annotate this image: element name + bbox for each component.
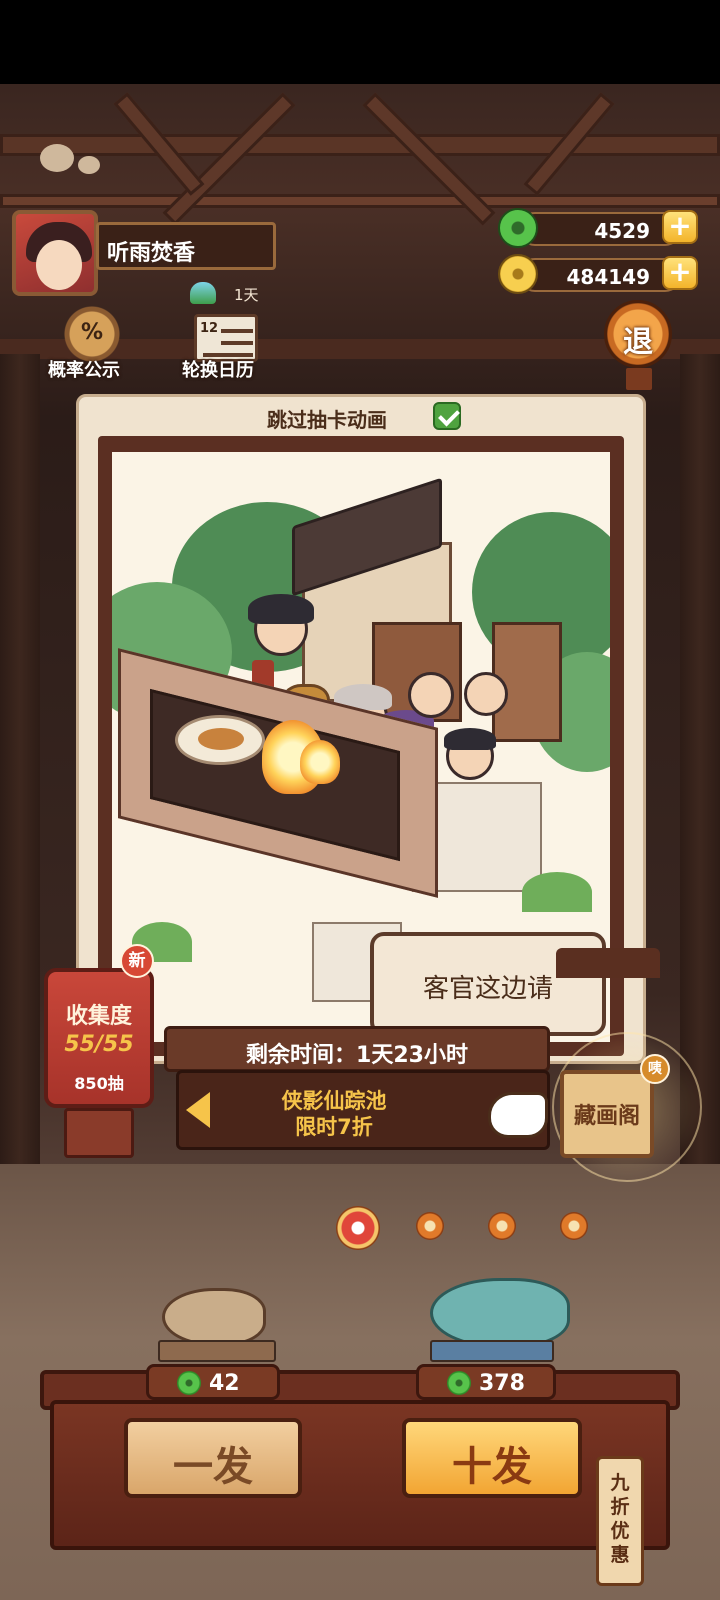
- single-draw-price: 42: [146, 1364, 280, 1400]
- skip-animation-label: 跳过抽卡动画: [267, 408, 387, 432]
- calendar-label: 轮换日历: [182, 360, 254, 381]
- pool-page-dot-2[interactable]: [416, 1212, 444, 1240]
- painting-library-button[interactable]: 藏画阁: [560, 1070, 654, 1158]
- pool-timer-text: 剩余时间：1天23小时: [246, 1043, 468, 1068]
- exit-lantern-stand: [626, 368, 652, 390]
- collection-draws: 850抽: [74, 1074, 124, 1093]
- jade-amount: 4529: [594, 219, 650, 243]
- probability-button[interactable]: %: [62, 306, 122, 362]
- ten-draw-price: 378: [416, 1364, 556, 1400]
- grass-illustration: [522, 872, 592, 912]
- add-coins-button[interactable]: +: [662, 256, 698, 290]
- status-bar: [0, 0, 720, 84]
- character-head: [408, 672, 454, 718]
- jade-icon: [177, 1371, 201, 1395]
- collection-progress-button[interactable]: 收集度 55/55 850抽: [44, 968, 154, 1108]
- rotation-calendar-button[interactable]: 12: [194, 314, 258, 362]
- island-icon: [190, 282, 216, 304]
- exit-button[interactable]: 退: [604, 300, 672, 368]
- ten-draw-cost: 378: [479, 1371, 525, 1396]
- calendar-line: [221, 341, 253, 345]
- probability-label: 概率公示: [48, 360, 120, 381]
- discount-tag-text: 九 折 优 惠: [610, 1472, 630, 1566]
- coin-currency-bar: 484149: [518, 258, 682, 292]
- bird-decoration: [40, 144, 74, 172]
- pool-page-dot-4[interactable]: [560, 1212, 588, 1240]
- character-hair: [248, 594, 314, 624]
- collection-progress: 55/55: [64, 1032, 134, 1057]
- character-head: [464, 672, 508, 716]
- jade-currency-bar: 4529: [518, 212, 682, 246]
- character-hair: [444, 728, 496, 750]
- pool-discount: 限时7折: [295, 1115, 373, 1139]
- pillar: [0, 354, 40, 1234]
- library-badge: 咦: [640, 1054, 670, 1084]
- skip-animation-checkbox[interactable]: [433, 402, 461, 430]
- fire-illustration: [300, 740, 340, 784]
- avatar-face: [36, 240, 82, 290]
- calendar-line: [221, 329, 253, 333]
- ten-draw-button[interactable]: 十发: [402, 1418, 582, 1498]
- jade-icon: [498, 208, 538, 248]
- roof-beam: [0, 194, 720, 208]
- calendar-day: 12: [200, 321, 219, 336]
- noodle-plate-illustration: [175, 715, 265, 765]
- add-jade-button[interactable]: +: [662, 210, 698, 244]
- fish-statue-small: [162, 1288, 266, 1346]
- collection-title: 收集度: [65, 1004, 132, 1029]
- book-stack: [158, 1340, 276, 1362]
- painting-library-label: 藏画阁: [573, 1104, 640, 1129]
- percent-icon: %: [80, 320, 104, 345]
- ten-draw-label: 十发: [452, 1444, 532, 1490]
- roof-beam: [0, 134, 720, 156]
- previous-pool-arrow-icon[interactable]: [186, 1092, 210, 1128]
- player-name: 听雨焚香: [107, 241, 196, 266]
- single-draw-cost: 42: [209, 1371, 240, 1396]
- login-days: 1天: [234, 286, 259, 304]
- new-badge: 新: [120, 944, 154, 978]
- player-avatar[interactable]: [12, 210, 98, 296]
- jade-icon: [447, 1371, 471, 1395]
- library-roof: [556, 948, 660, 978]
- pool-timer: 剩余时间：1天23小时: [164, 1026, 550, 1072]
- pool-page-dot-1[interactable]: [336, 1206, 380, 1250]
- book-stack: [430, 1340, 554, 1362]
- fish-statue-large: [430, 1278, 570, 1348]
- single-draw-button[interactable]: 一发: [124, 1418, 302, 1498]
- discount-tag: 九 折 优 惠: [596, 1456, 644, 1586]
- coin-icon: [498, 254, 538, 294]
- player-name-box[interactable]: 听雨焚香: [96, 222, 276, 270]
- collection-stand: [64, 1108, 134, 1158]
- pool-page-dot-3[interactable]: [488, 1212, 516, 1240]
- coin-amount: 484149: [566, 265, 651, 289]
- single-draw-label: 一发: [173, 1444, 253, 1490]
- bird-decoration: [78, 156, 100, 174]
- exit-label: 退: [623, 325, 653, 360]
- pointing-hand-icon: [488, 1092, 548, 1138]
